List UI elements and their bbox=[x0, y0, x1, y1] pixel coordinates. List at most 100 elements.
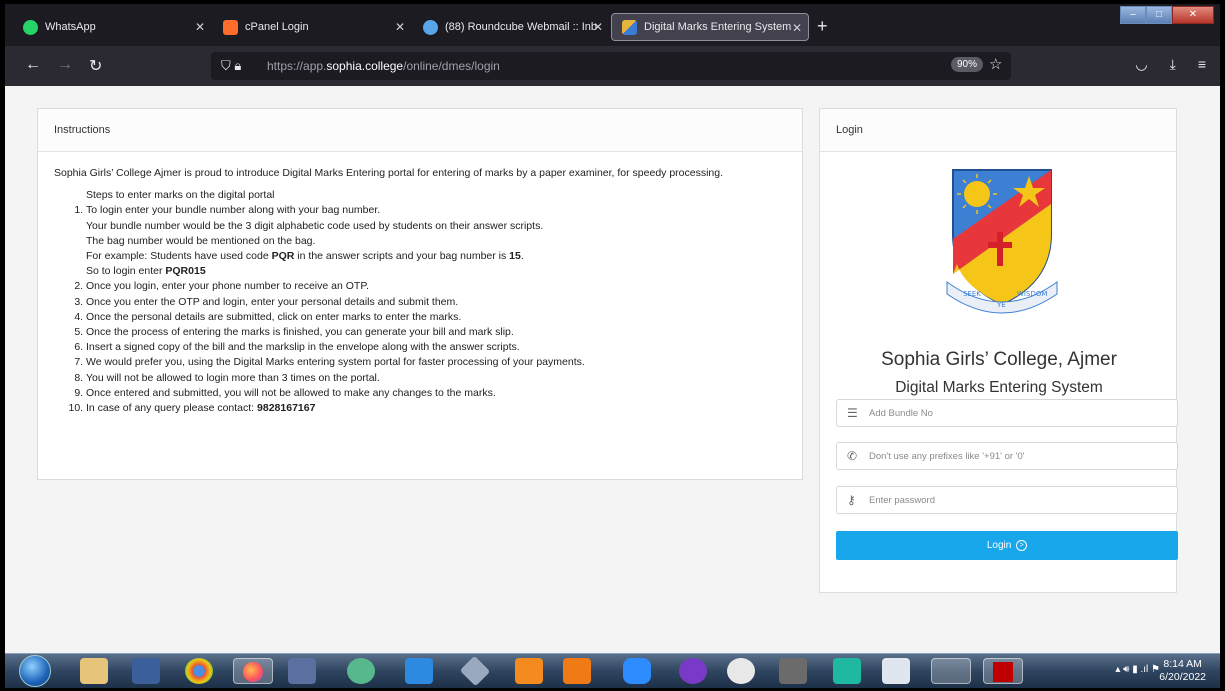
system-name: Digital Marks Entering System bbox=[895, 379, 1103, 396]
menu-icon[interactable]: ≡ bbox=[1198, 56, 1206, 73]
git-icon[interactable] bbox=[459, 655, 491, 687]
bundle-field[interactable]: ☰ bbox=[836, 399, 1178, 427]
file-explorer-icon[interactable] bbox=[80, 658, 108, 684]
xampp-icon[interactable] bbox=[563, 658, 591, 684]
example-text: So to login enter bbox=[86, 265, 166, 278]
minimize-button[interactable]: – bbox=[1120, 6, 1146, 24]
notepad-icon[interactable] bbox=[931, 658, 971, 684]
address-bar[interactable]: ⛉ 🔒︎ https://app.sophia.college/online/d… bbox=[211, 52, 1011, 80]
step-text: To login enter your bundle number along … bbox=[86, 204, 381, 217]
sublime-icon[interactable] bbox=[515, 658, 543, 684]
arrow-right-circle-icon: > bbox=[1016, 539, 1028, 551]
phone-icon: ✆ bbox=[847, 449, 858, 463]
list-item: We would prefer you, using the Digital M… bbox=[86, 355, 786, 370]
list-item: Insert a signed copy of the bill and the… bbox=[86, 340, 786, 355]
slack-icon[interactable] bbox=[727, 658, 755, 684]
spreadsheet-icon[interactable] bbox=[833, 658, 861, 684]
url-path: /online/dmes/login bbox=[403, 59, 500, 73]
step-login-example: So to login enter PQR015 bbox=[86, 264, 786, 279]
url-prefix: https://app. bbox=[267, 59, 327, 73]
nav-bar: ← → ↻ ⛉ 🔒︎ https://app.sophia.college/on… bbox=[5, 46, 1220, 86]
step-text: In case of any query please contact: bbox=[86, 402, 258, 415]
reload-button[interactable]: ↻ bbox=[89, 56, 102, 76]
forward-button[interactable]: → bbox=[57, 56, 73, 74]
clock[interactable]: 8:14 AM 6/20/2022 bbox=[1159, 658, 1206, 684]
motto-seek: SEEK bbox=[963, 290, 981, 298]
cpanel-icon bbox=[223, 19, 238, 35]
password-field[interactable]: ⚷ bbox=[836, 486, 1178, 514]
step-subline: Your bundle number would be the 3 digit … bbox=[86, 219, 544, 232]
phone-field[interactable]: ✆ bbox=[836, 442, 1178, 470]
instructions-intro: Sophia Girls’ College Ajmer is proud to … bbox=[54, 167, 724, 179]
atom-icon[interactable] bbox=[347, 658, 375, 684]
tab-whatsapp[interactable]: WhatsApp ✕ bbox=[13, 13, 211, 41]
zoom-badge[interactable]: 90% bbox=[951, 57, 984, 72]
close-icon[interactable]: ✕ bbox=[792, 21, 802, 35]
close-icon[interactable]: ✕ bbox=[593, 20, 603, 34]
chrome-icon[interactable] bbox=[185, 658, 213, 684]
pen-tool-icon[interactable] bbox=[288, 658, 316, 684]
tab-title: cPanel Login bbox=[245, 21, 309, 33]
instructions-card: Instructions Sophia Girls’ College Ajmer… bbox=[37, 108, 803, 480]
maximize-button[interactable]: □ bbox=[1146, 6, 1172, 24]
list-item: To login enter your bundle number along … bbox=[86, 203, 786, 279]
contact-phone: 9828167167 bbox=[257, 402, 316, 415]
tab-title: (88) Roundcube Webmail :: Inb bbox=[445, 21, 597, 33]
close-icon[interactable]: ✕ bbox=[195, 20, 205, 34]
filezilla-icon[interactable] bbox=[983, 658, 1023, 684]
download-icon[interactable]: ⤓ bbox=[1170, 56, 1176, 73]
start-button[interactable] bbox=[19, 655, 51, 687]
example-text: in the answer scripts and your bag numbe… bbox=[294, 250, 510, 263]
phone-input[interactable] bbox=[869, 447, 1169, 466]
ms-lo-icon[interactable] bbox=[779, 658, 807, 684]
tab-title: WhatsApp bbox=[45, 21, 96, 33]
instructions-body: Sophia Girls’ College Ajmer is proud to … bbox=[38, 152, 802, 430]
new-tab-button[interactable]: + bbox=[817, 16, 828, 37]
shield-lock-icon[interactable]: ⛉ 🔒︎ bbox=[221, 58, 241, 74]
podcast-icon[interactable] bbox=[679, 658, 707, 684]
media-player-icon[interactable] bbox=[132, 658, 160, 684]
window-app-icon[interactable] bbox=[882, 658, 910, 684]
instructions-header: Instructions bbox=[38, 109, 802, 152]
tab-roundcube[interactable]: (88) Roundcube Webmail :: Inb ✕ bbox=[413, 13, 609, 41]
bookmark-star-icon[interactable]: ☆ bbox=[989, 55, 1002, 73]
step-example: For example: Students have used code PQR… bbox=[86, 249, 786, 264]
password-input[interactable] bbox=[869, 491, 1169, 510]
example-text: For example: Students have used code bbox=[86, 250, 272, 263]
example-text: . bbox=[520, 250, 524, 263]
login-header: Login bbox=[820, 109, 1176, 152]
system-tray[interactable]: ▴ 🔊︎ ▮ .ıl ⚑ bbox=[1115, 664, 1160, 675]
tab-title: Digital Marks Entering System bbox=[644, 21, 792, 33]
list-item: You will not be allowed to login more th… bbox=[86, 371, 786, 386]
bundle-input[interactable] bbox=[869, 404, 1169, 423]
firefox-icon[interactable] bbox=[233, 658, 273, 684]
zoom-icon[interactable] bbox=[623, 658, 651, 684]
list-item: Once the process of entering the marks i… bbox=[86, 325, 786, 340]
motto-ye: YE bbox=[996, 301, 1006, 309]
tab-cpanel[interactable]: cPanel Login ✕ bbox=[213, 13, 411, 41]
login-code: PQR015 bbox=[165, 265, 206, 278]
example-code: PQR bbox=[271, 250, 295, 263]
clock-time: 8:14 AM bbox=[1163, 658, 1202, 670]
motto-wisdom: WISDOM bbox=[1017, 290, 1047, 298]
whatsapp-icon bbox=[23, 19, 38, 35]
tab-dmes[interactable]: Digital Marks Entering System ✕ bbox=[611, 13, 809, 41]
college-crest-logo: SEEK YE WISDOM bbox=[946, 169, 1058, 314]
steps-list: To login enter your bundle number along … bbox=[54, 203, 786, 416]
list-item: Once the personal details are submitted,… bbox=[86, 310, 786, 325]
vscode-icon[interactable] bbox=[405, 658, 433, 684]
login-button[interactable]: Login > bbox=[836, 531, 1178, 560]
url-text[interactable]: https://app.sophia.college/online/dmes/l… bbox=[267, 59, 500, 73]
taskbar: ▴ 🔊︎ ▮ .ıl ⚑ 8:14 AM 6/20/2022 bbox=[5, 653, 1220, 688]
college-name: Sophia Girls’ College, Ajmer bbox=[881, 349, 1117, 370]
close-window-button[interactable]: ✕ bbox=[1172, 6, 1214, 24]
back-button[interactable]: ← bbox=[25, 56, 41, 74]
pocket-icon[interactable]: ◡ bbox=[1135, 56, 1147, 73]
url-host: sophia.college bbox=[326, 59, 404, 73]
page-content: Instructions Sophia Girls’ College Ajmer… bbox=[5, 86, 1220, 656]
screen: WhatsApp ✕ cPanel Login ✕ (88) Roundcube… bbox=[5, 4, 1220, 688]
login-button-label: Login bbox=[986, 540, 1012, 551]
list-item: In case of any query please contact: 982… bbox=[86, 401, 786, 416]
clock-date: 6/20/2022 bbox=[1159, 671, 1206, 683]
close-icon[interactable]: ✕ bbox=[395, 20, 405, 34]
